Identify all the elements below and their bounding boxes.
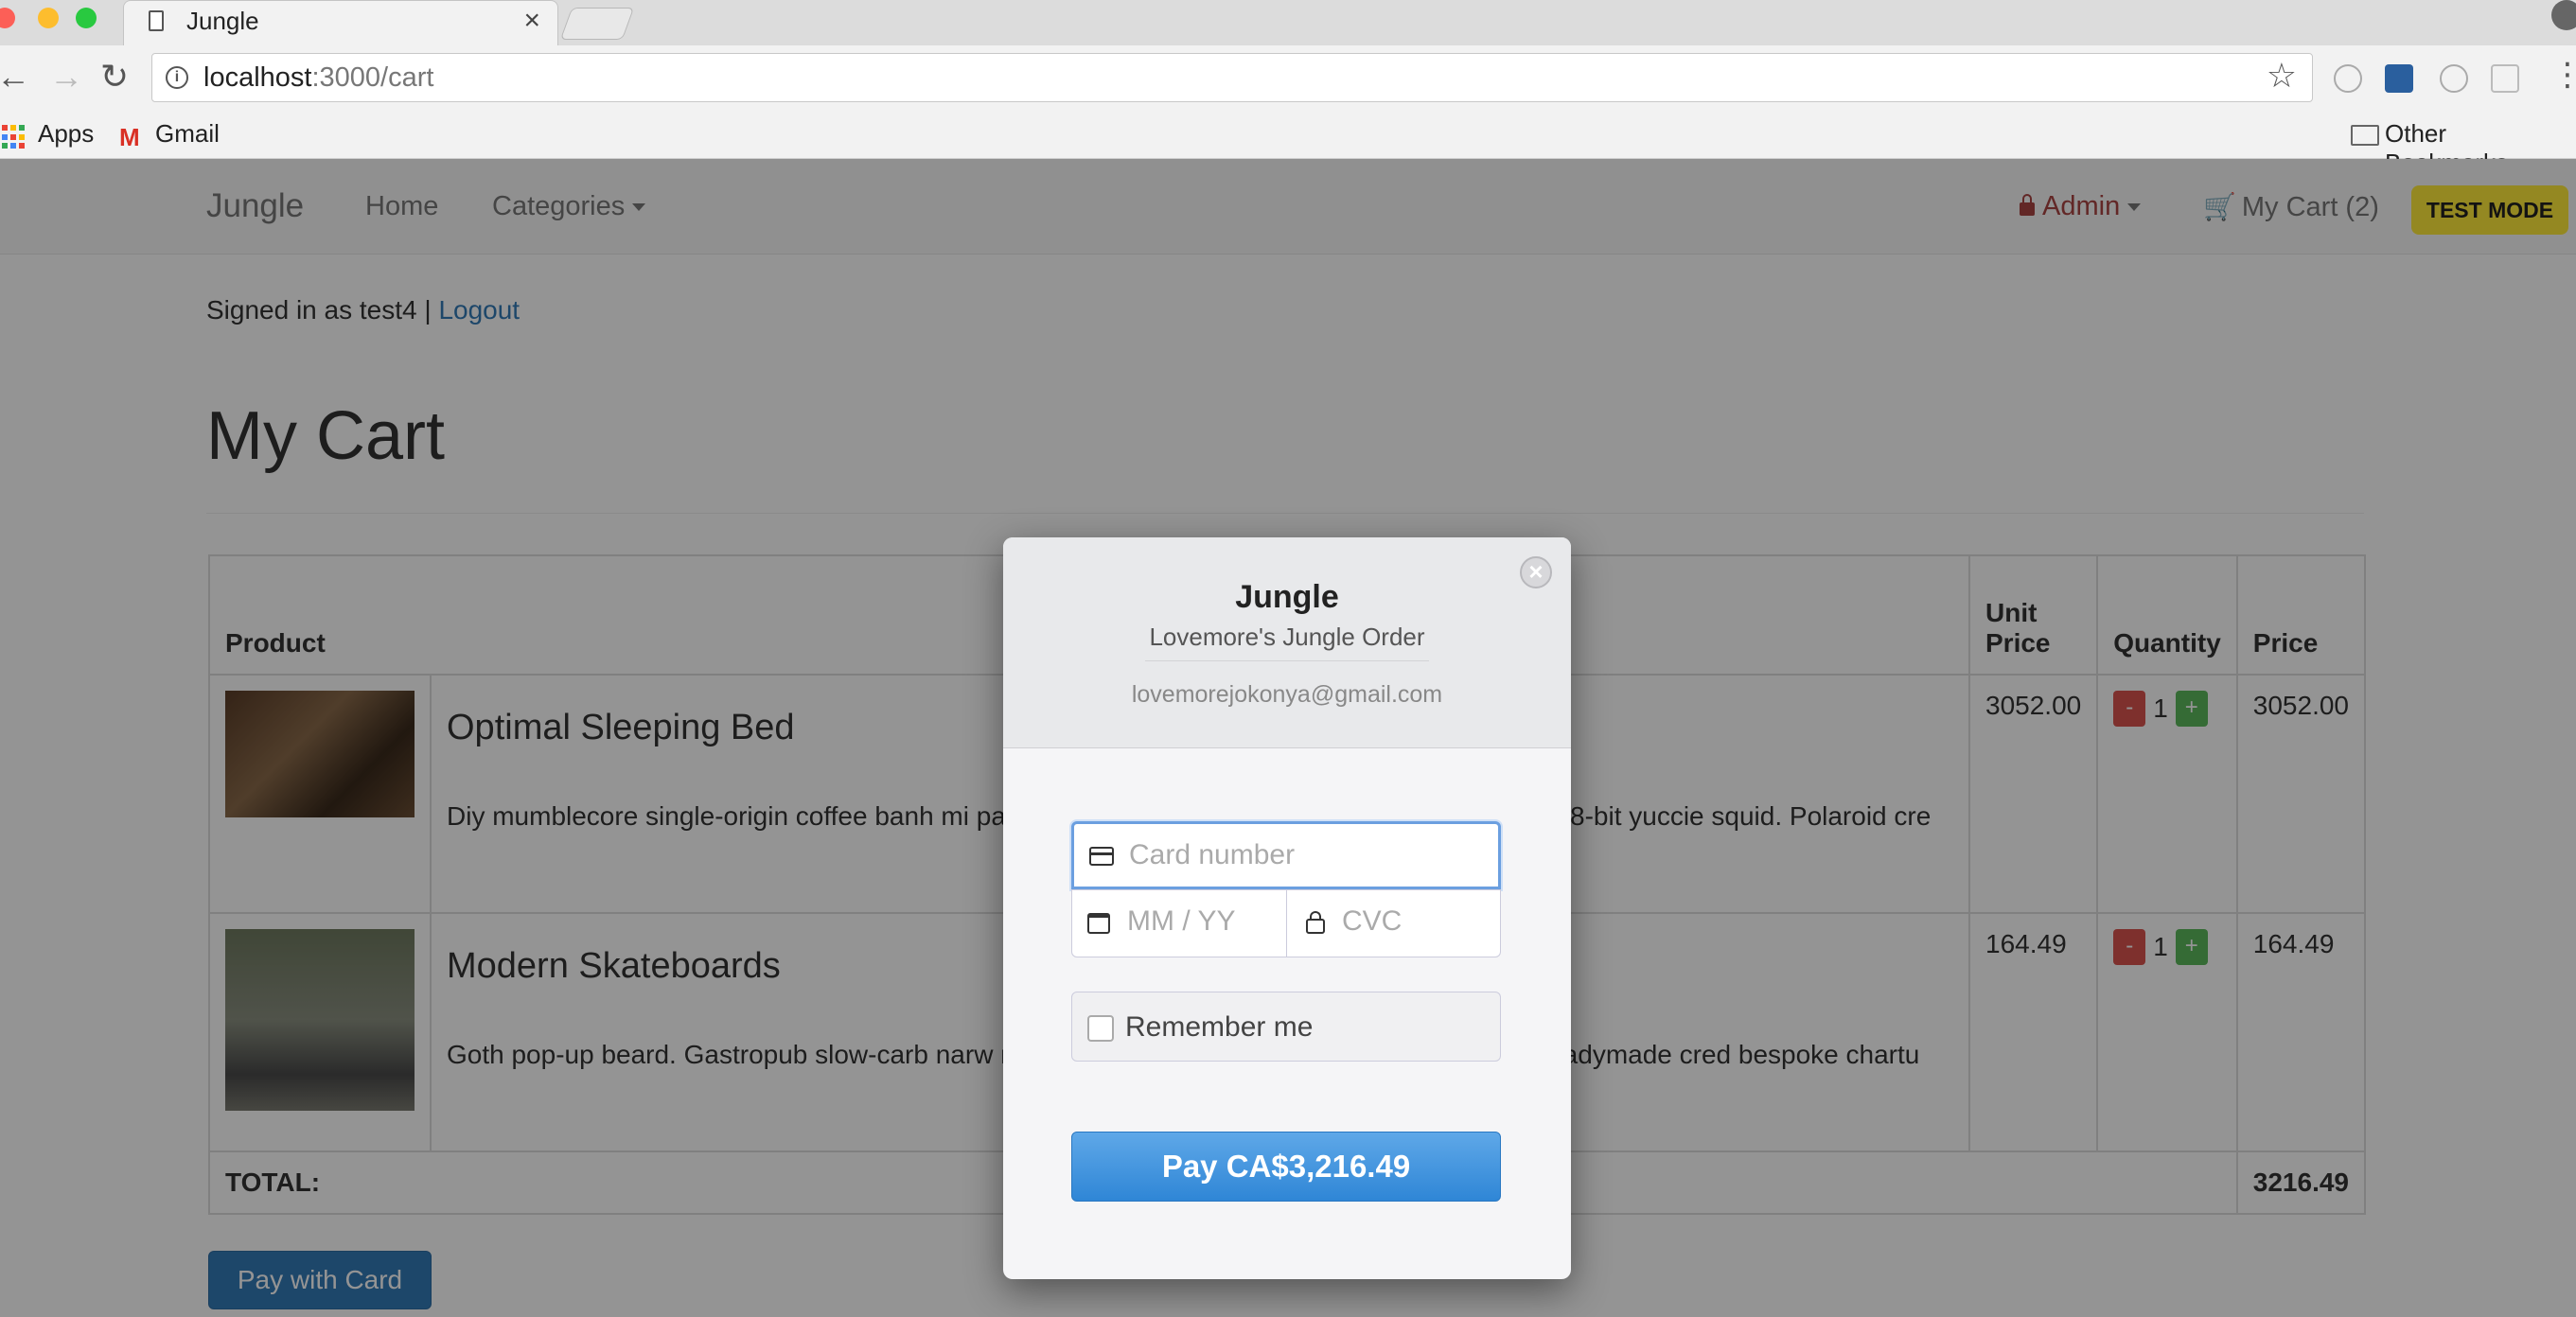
browser-toolbar: ← → ↻ i localhost:3000/cart ☆ ⋮ bbox=[0, 45, 2576, 114]
browser-chrome: Jungle × ← → ↻ i localhost:3000/cart ☆ ⋮… bbox=[0, 0, 2576, 177]
reload-icon[interactable]: ↻ bbox=[100, 57, 129, 97]
remember-me-checkbox[interactable] bbox=[1087, 1015, 1114, 1042]
extension-window-icon[interactable] bbox=[2491, 64, 2519, 93]
apps-grid-icon[interactable] bbox=[2, 125, 26, 149]
bookmarks-bar: Apps M Gmail Other Bookmarks bbox=[0, 114, 2576, 177]
browser-tab[interactable]: Jungle × bbox=[123, 0, 558, 45]
browser-menu-icon[interactable]: ⋮ bbox=[2551, 59, 2576, 91]
tab-title: Jungle bbox=[186, 7, 259, 35]
tab-close-button[interactable]: × bbox=[523, 5, 540, 37]
header-divider bbox=[1145, 660, 1429, 661]
cvc-field[interactable]: CVC bbox=[1286, 889, 1501, 957]
remember-me-option[interactable]: Remember me bbox=[1071, 992, 1501, 1062]
checkout-description: Lovemore's Jungle Order bbox=[1149, 623, 1425, 651]
checkout-modal: × Jungle Lovemore's Jungle Order lovemor… bbox=[1003, 537, 1571, 1279]
bookmark-gmail[interactable]: Gmail bbox=[155, 119, 220, 149]
calendar-icon bbox=[1087, 913, 1110, 934]
card-number-placeholder: Card number bbox=[1129, 839, 1296, 870]
info-icon[interactable]: i bbox=[166, 66, 188, 89]
back-arrow-icon[interactable]: ← bbox=[0, 57, 30, 97]
profile-icon[interactable] bbox=[2551, 0, 2576, 30]
remember-me-label: Remember me bbox=[1125, 1011, 1314, 1043]
expiry-placeholder: MM / YY bbox=[1127, 905, 1236, 937]
url-path: :3000/cart bbox=[311, 62, 434, 93]
bookmark-star-icon[interactable]: ☆ bbox=[2267, 56, 2297, 96]
checkout-header: × Jungle Lovemore's Jungle Order lovemor… bbox=[1003, 537, 1571, 748]
gmail-icon: M bbox=[119, 123, 140, 151]
expiry-field[interactable]: MM / YY bbox=[1071, 889, 1287, 957]
extension-code-icon[interactable] bbox=[2440, 64, 2468, 93]
page-content: Jungle Home Categories Admin 🛒 My Cart (2… bbox=[0, 159, 2576, 1317]
address-bar[interactable]: i localhost:3000/cart ☆ bbox=[151, 53, 2313, 102]
bookmark-apps[interactable]: Apps bbox=[38, 119, 94, 149]
cvc-placeholder: CVC bbox=[1342, 905, 1403, 937]
extension-react-icon[interactable] bbox=[2334, 64, 2362, 93]
folder-icon bbox=[2351, 125, 2379, 146]
url-text[interactable]: localhost:3000/cart bbox=[203, 62, 433, 94]
card-number-field[interactable]: Card number bbox=[1071, 821, 1501, 889]
tab-strip: Jungle × bbox=[0, 0, 2576, 46]
url-host: localhost bbox=[203, 62, 312, 93]
extension-screenshot-icon[interactable] bbox=[2385, 64, 2413, 93]
checkout-title: Jungle bbox=[1235, 579, 1339, 615]
window-close-button[interactable] bbox=[0, 8, 15, 28]
page-icon bbox=[149, 10, 164, 31]
credit-card-icon bbox=[1089, 847, 1114, 866]
forward-arrow-icon[interactable]: → bbox=[49, 57, 83, 97]
window-minimize-button[interactable] bbox=[38, 8, 59, 28]
new-tab-button[interactable] bbox=[559, 8, 635, 40]
checkout-email: lovemorejokonya@gmail.com bbox=[1131, 681, 1443, 708]
window-zoom-button[interactable] bbox=[76, 8, 97, 28]
lock-icon bbox=[1306, 911, 1325, 934]
pay-button[interactable]: Pay CA$3,216.49 bbox=[1071, 1132, 1501, 1202]
